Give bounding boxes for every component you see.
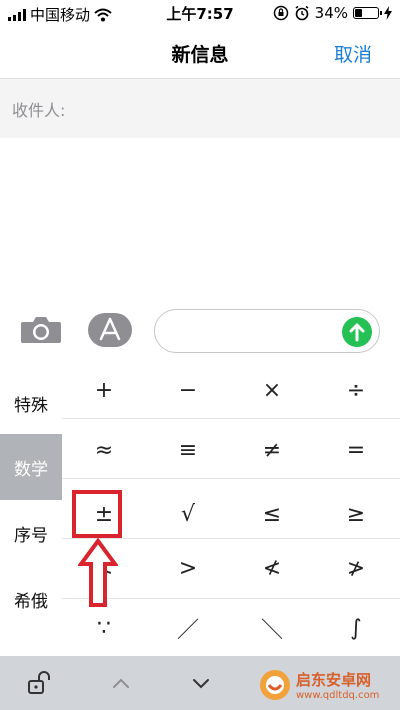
symbol-key[interactable]: ≠ [230, 420, 314, 480]
navigation-bar: 新信息 取消 [0, 26, 400, 78]
alarm-icon [295, 5, 309, 21]
compose-bar [0, 300, 400, 360]
watermark-url: www.qdltdq.com [296, 690, 380, 701]
highlight-box [72, 490, 122, 538]
symbol-key[interactable]: ≤ [230, 484, 314, 544]
status-bar: 中国移动 上午7:57 34% [0, 0, 400, 26]
symbol-key[interactable]: ＼ [230, 598, 314, 658]
battery-icon [353, 7, 382, 19]
unlock-icon[interactable] [24, 668, 54, 698]
watermark-text: 启东安卓网 www.qdltdq.com [296, 669, 379, 701]
recipient-field[interactable]: 收件人: [0, 78, 400, 138]
symbol-key[interactable]: × [230, 360, 314, 420]
status-right: 34% [273, 4, 392, 22]
category-math[interactable]: 数学 [0, 434, 62, 500]
arrow-up-icon [349, 323, 365, 342]
watermark-logo-icon [260, 670, 290, 700]
symbol-key[interactable]: + [62, 360, 146, 420]
rotation-lock-icon [273, 5, 288, 21]
symbol-key[interactable]: ≮ [230, 538, 314, 598]
chevron-up-icon[interactable] [106, 668, 136, 698]
symbol-key[interactable]: − [146, 360, 230, 420]
battery-percent: 34% [314, 4, 348, 22]
symbol-key[interactable]: √ [146, 484, 230, 544]
symbol-key[interactable]: ／ [146, 598, 230, 658]
watermark-title: 启东安卓网 [296, 671, 372, 689]
symbol-key[interactable]: ÷ [314, 360, 398, 420]
camera-icon[interactable] [20, 314, 62, 344]
category-special[interactable]: 特殊 [0, 370, 62, 436]
cancel-button[interactable]: 取消 [334, 40, 372, 67]
symbol-key[interactable]: > [146, 538, 230, 598]
grid-divider [62, 418, 400, 419]
symbol-category-list: 特殊 数学 序号 希俄 [0, 368, 62, 656]
symbol-key[interactable]: ∫ [314, 598, 398, 658]
watermark: 启东安卓网 www.qdltdq.com [258, 660, 400, 710]
app-store-button[interactable] [88, 313, 132, 347]
message-input[interactable] [154, 309, 380, 353]
symbol-key[interactable]: ≡ [146, 420, 230, 480]
category-greek-russian[interactable]: 希俄 [0, 566, 62, 632]
symbol-key[interactable]: = [314, 420, 398, 480]
up-arrow-annotation [78, 538, 118, 607]
recipient-label: 收件人: [12, 101, 66, 120]
charging-icon [384, 6, 392, 20]
grid-divider [62, 478, 400, 479]
category-ordinal[interactable]: 序号 [0, 500, 62, 566]
symbol-key[interactable]: ≥ [314, 484, 398, 544]
chevron-down-icon[interactable] [186, 668, 216, 698]
symbol-key[interactable]: ≈ [62, 420, 146, 480]
app-store-icon [99, 317, 121, 341]
send-button[interactable] [342, 317, 372, 347]
symbol-key[interactable]: ≯ [314, 538, 398, 598]
